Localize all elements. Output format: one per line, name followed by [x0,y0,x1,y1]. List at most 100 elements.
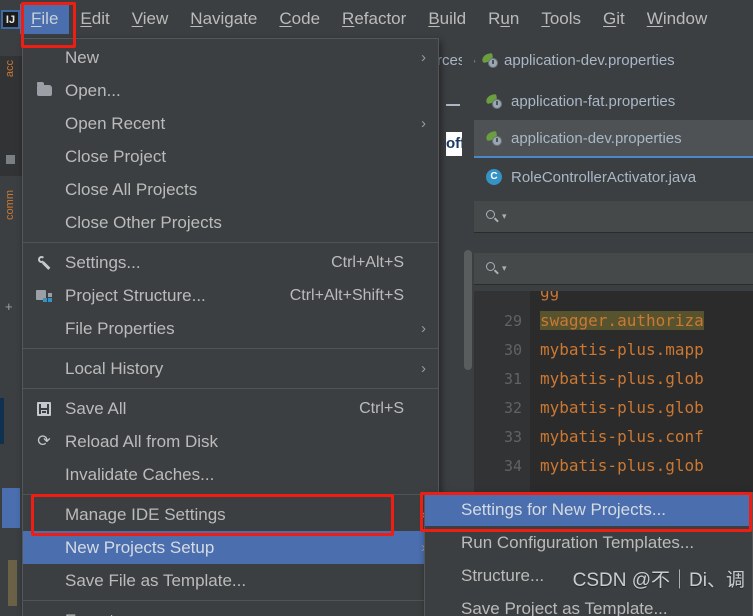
menu-item-close-all-projects[interactable]: Close All Projects [23,173,438,206]
menu-item-manage-ide-settings[interactable]: Manage IDE Settings › [23,498,438,531]
code-line: 29 swagger.authoriza [474,306,753,335]
menu-view[interactable]: View [121,4,180,34]
menu-file[interactable]: File [20,4,70,34]
editor-tab-label: application-dev.properties [511,129,682,147]
tool-window-active-marker [2,488,20,528]
chevron-right-icon: › [421,320,426,337]
menu-item-label: File Properties [65,318,175,338]
menu-navigate[interactable]: Navigate [179,4,268,34]
search-icon [486,261,500,276]
menu-separator [23,242,438,243]
submenu-item-label: Save Project as Template... [461,598,668,616]
menu-item-label: Project Structure... [65,285,206,305]
menu-edit[interactable]: Edit [69,4,120,34]
chevron-down-icon[interactable]: ▾ [502,264,507,273]
menu-item-new[interactable]: New › [23,41,438,74]
menu-git[interactable]: Git [592,4,636,34]
tool-window-marker [0,398,4,444]
code-line: 32 mybatis-plus.glob [474,393,753,422]
scrollbar-thumb[interactable] [464,250,472,370]
menu-code[interactable]: Code [268,4,331,34]
menu-item-save-all[interactable]: Save All Ctrl+S [23,392,438,425]
menu-item-invalidate-caches[interactable]: Invalidate Caches... [23,458,438,491]
code-text: mybatis-plus.conf [540,427,704,446]
folder-icon [31,82,57,96]
tool-window-label-commit[interactable]: comm [4,190,16,220]
menu-item-label: Save File as Template... [65,570,247,590]
new-projects-setup-submenu[interactable]: Settings for New Projects... Run Configu… [424,492,753,616]
menu-separator [23,494,438,495]
editor-tab-label: RoleControllerActivator.java [511,168,697,186]
menu-run[interactable]: Run [477,4,530,34]
menu-item-label: New Projects Setup [65,537,215,557]
code-line: 33 mybatis-plus.conf [474,422,753,451]
editor-tab[interactable]: application-fat.properties × [474,82,753,120]
add-icon[interactable]: + [5,300,13,313]
code-text: mybatis-plus.mapp [540,340,704,359]
editor-tab-strip: application-fat.properties × application… [474,82,753,196]
file-menu-dropdown[interactable]: New › Open... Open Recent › Close Projec… [22,38,439,616]
menu-separator [23,388,438,389]
menu-item-label: Open Recent [65,113,166,133]
menu-item-local-history[interactable]: Local History › [23,352,438,385]
menu-item-save-file-as-template[interactable]: Save File as Template... [23,564,438,597]
left-tool-window-bar[interactable]: acc comm + [0,0,23,616]
chevron-right-icon: › [421,115,426,132]
menu-item-shortcut: Ctrl+S [359,399,404,417]
menu-item-label: Close Project [65,146,167,166]
menu-item-new-projects-setup[interactable]: New Projects Setup › [23,531,438,564]
menu-item-file-properties[interactable]: File Properties › [23,312,438,345]
chevron-right-icon: › [421,360,426,377]
editor-tab[interactable]: C RoleControllerActivator.java × [474,158,753,196]
menu-refactor[interactable]: Refactor [331,4,417,34]
collapse-dash-icon [446,104,460,106]
submenu-item-save-project-as-template[interactable]: Save Project as Template... [425,592,752,616]
menu-item-label: Close All Projects [65,179,198,199]
menu-tools[interactable]: Tools [530,4,592,34]
submenu-item-label: Run Configuration Templates... [461,532,695,552]
code-text: mybatis-plus.glob [540,398,704,417]
menu-item-shortcut: Ctrl+Alt+S [331,253,404,271]
menu-window[interactable]: Window [636,4,718,34]
line-number: 33 [503,427,522,446]
menu-item-shortcut: Ctrl+Alt+Shift+S [289,286,404,304]
menu-item-close-other-projects[interactable]: Close Other Projects [23,206,438,239]
menu-item-label: Local History [65,358,164,378]
menu-item-export[interactable]: Export › [23,604,438,616]
menu-item-label: Settings... [65,252,141,272]
save-icon [31,401,57,416]
submenu-item-label: Structure... [461,565,545,585]
submenu-item-run-configuration-templates[interactable]: Run Configuration Templates... [425,526,752,559]
code-line: 34 mybatis-plus.glob [474,451,753,480]
editor-tab[interactable]: application-dev.properties × [474,120,753,158]
menu-item-label: Manage IDE Settings [65,504,226,524]
java-class-icon: C [486,169,502,185]
menu-item-settings[interactable]: Settings... Ctrl+Alt+S [23,246,438,279]
chevron-right-icon: › [421,49,426,66]
code-line: 31 mybatis-plus.glob [474,364,753,393]
find-toolbar-lower[interactable]: ▾ [474,253,753,285]
find-toolbar-upper[interactable]: ▾ [474,201,753,233]
wrench-icon [31,255,57,270]
line-number: 34 [503,456,522,475]
code-line: gg [474,291,753,306]
menu-item-open-recent[interactable]: Open Recent › [23,107,438,140]
menu-item-project-structure[interactable]: Project Structure... Ctrl+Alt+Shift+S [23,279,438,312]
menu-item-label: Reload All from Disk [65,431,219,451]
code-text: mybatis-plus.glob [540,456,704,475]
chevron-down-icon[interactable]: ▾ [502,212,507,221]
menu-build[interactable]: Build [417,4,477,34]
menu-item-reload-all-from-disk[interactable]: ⟳ Reload All from Disk [23,425,438,458]
menu-item-label: Invalidate Caches... [65,464,215,484]
submenu-item-settings-for-new-projects[interactable]: Settings for New Projects... [425,493,752,526]
menu-item-label: New [65,47,100,67]
menu-item-close-project[interactable]: Close Project [23,140,438,173]
properties-file-icon [485,130,502,146]
tool-window-square-icon [6,155,15,164]
properties-file-icon [481,52,499,68]
menu-item-open[interactable]: Open... [23,74,438,107]
tool-window-label-project[interactable]: acc [4,60,16,77]
submenu-item-label: Settings for New Projects... [461,499,667,519]
properties-file-icon [485,93,502,109]
code-text: swagger.authoriza [540,311,704,330]
